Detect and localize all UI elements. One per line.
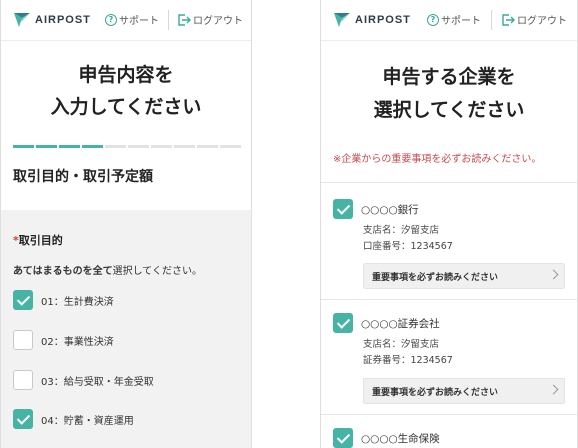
checkbox[interactable] (333, 428, 353, 448)
logout-label: ログアウト (193, 16, 243, 27)
logo-text: AIRPOST (355, 14, 411, 26)
checkbox[interactable] (13, 290, 33, 310)
page-title-line2: 入力してください (50, 96, 202, 118)
airpost-logo-icon (14, 13, 30, 27)
question-icon: ? (105, 13, 117, 26)
company-name: ○○○○生命保険 (361, 432, 440, 445)
progress-step (59, 145, 80, 148)
checkbox[interactable] (13, 330, 33, 350)
progress-steps (13, 145, 241, 148)
logout-icon (502, 13, 515, 26)
logo-text: AIRPOST (35, 14, 91, 26)
divider (321, 299, 577, 300)
progress-step (105, 145, 126, 148)
option-label: 04：貯蓄・資産運用 (41, 415, 134, 427)
company-item: ○○○○証券会社 支店名：汐留支店 証券番号：1234567 (333, 313, 453, 369)
option-item[interactable]: 04：貯蓄・資産運用 (13, 409, 134, 429)
company-item: ○○○○生命保険 (333, 428, 440, 448)
instruction-rest: 選択してください。 (112, 266, 203, 277)
page-title-line1: 申告する企業を (382, 66, 516, 88)
company-name: ○○○○銀行 (361, 203, 419, 216)
important-notice-button[interactable]: 重要事項を必ずお読みください (363, 263, 565, 289)
notice-text: ※企業からの重要事項を必ずお読みください。 (333, 154, 542, 165)
progress-step (36, 145, 57, 148)
company-item: ○○○○銀行 支店名：汐留支店 口座番号：1234567 (333, 199, 453, 255)
progress-step (13, 145, 34, 148)
question-icon: ? (427, 13, 439, 26)
header: AIRPOST ? サポート ログアウト (1, 0, 251, 41)
logout-link[interactable]: ログアウト (501, 12, 567, 27)
logout-link[interactable]: ログアウト (177, 12, 243, 27)
logout-icon (178, 13, 191, 26)
branch-text: 支店名：汐留支店 (363, 339, 440, 350)
option-item[interactable]: 02：事業性決済 (13, 330, 114, 350)
page-title-line1: 申告内容を (78, 64, 174, 86)
logo[interactable]: AIRPOST (13, 10, 91, 30)
header-divider (491, 10, 492, 30)
support-label: サポート (441, 16, 481, 27)
progress-step (151, 145, 172, 148)
checkbox[interactable] (13, 409, 33, 429)
option-label: 02：事業性決済 (41, 336, 114, 348)
airpost-logo-icon (334, 13, 350, 27)
checkbox[interactable] (13, 370, 33, 390)
header-divider (168, 10, 169, 30)
chevron-right-icon (548, 269, 559, 280)
chevron-right-icon (548, 384, 559, 395)
account-text: 口座番号：1234567 (363, 241, 453, 252)
support-link[interactable]: ? サポート (105, 12, 159, 27)
progress-step (82, 145, 103, 148)
account-text: 証券番号：1234567 (363, 355, 453, 366)
page-title-line2: 選択してください (373, 99, 525, 121)
instruction-text: あてはまるものを全て選択してください。 (13, 262, 202, 277)
instruction-bold: あてはまるものを全て (13, 266, 113, 277)
progress-step (174, 145, 195, 148)
option-item[interactable]: 03：給与受取・年金受取 (13, 370, 154, 390)
support-label: サポート (119, 16, 159, 27)
divider (321, 182, 577, 183)
checkbox[interactable] (333, 199, 353, 219)
header: AIRPOST ? サポート ログアウト (321, 0, 577, 41)
left-screen: AIRPOST ? サポート ログアウト 申告内容を 入力してください 取引目的… (0, 0, 252, 448)
progress-step (197, 145, 218, 148)
notice-button-label: 重要事項を必ずお読みください (372, 272, 499, 283)
progress-step (220, 145, 241, 148)
divider (321, 414, 577, 415)
option-label: 01：生計費決済 (41, 296, 114, 308)
checkbox[interactable] (333, 313, 353, 333)
notice-button-label: 重要事項を必ずお読みください (372, 387, 499, 398)
option-label: 03：給与受取・年金受取 (41, 376, 154, 388)
progress-step (128, 145, 149, 148)
option-item[interactable]: 01：生計費決済 (13, 290, 114, 310)
company-name: ○○○○証券会社 (361, 317, 440, 330)
support-link[interactable]: ? サポート (427, 12, 481, 27)
field-label: *取引目的 (13, 232, 63, 248)
logout-label: ログアウト (517, 16, 567, 27)
logo[interactable]: AIRPOST (333, 10, 411, 30)
section-title: 取引目的・取引予定額 (13, 169, 153, 185)
field-label-text: 取引目的 (18, 234, 63, 247)
right-screen: AIRPOST ? サポート ログアウト 申告する企業を 選択してください ※企… (320, 0, 578, 448)
branch-text: 支店名：汐留支店 (363, 225, 440, 236)
important-notice-button[interactable]: 重要事項を必ずお読みください (363, 378, 565, 404)
